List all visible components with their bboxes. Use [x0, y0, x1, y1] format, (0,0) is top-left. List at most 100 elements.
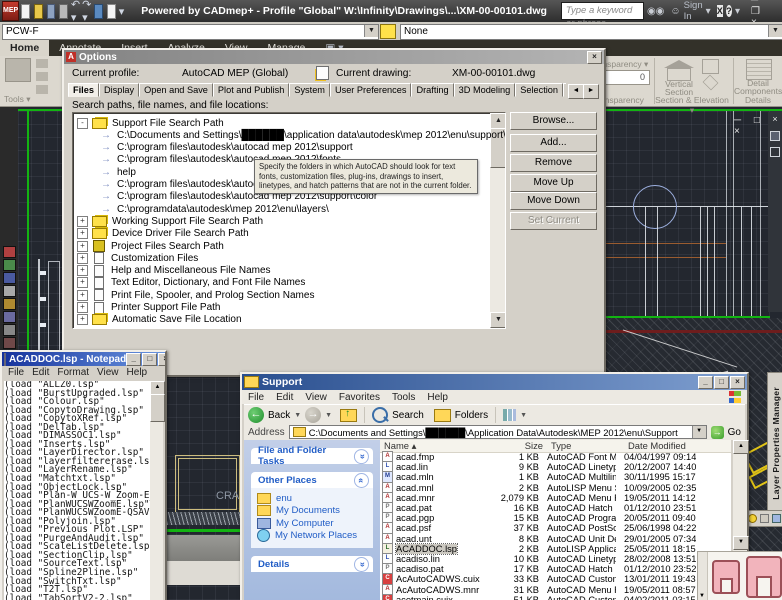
tree-path-item[interactable]: → C:\programdata\autodesk\mep 2012\enu\la…: [77, 203, 329, 215]
search-input[interactable]: Type a keyword or phrase: [560, 2, 644, 29]
notepad-menu-help[interactable]: Help: [127, 367, 148, 378]
open-icon[interactable]: [33, 3, 43, 19]
plot-icon[interactable]: [59, 3, 68, 19]
chevron-down-icon[interactable]: »: [354, 448, 370, 464]
options-tab-selection[interactable]: Selection: [515, 83, 564, 97]
ribbon-mini-icon[interactable]: [36, 85, 48, 94]
tree-category[interactable]: + Device Driver File Search Path: [77, 228, 249, 240]
move-down-button[interactable]: Move Down: [510, 192, 597, 210]
sheetset-icon[interactable]: [107, 3, 116, 19]
duct-tool-icon[interactable]: [712, 560, 740, 594]
lightbulb-icon[interactable]: [748, 514, 757, 523]
tree-category[interactable]: + Automatic Save File Location: [77, 314, 242, 326]
vertical-section-icon[interactable]: [664, 60, 694, 81]
notepad-menu-edit[interactable]: Edit: [32, 367, 49, 378]
expand-icon[interactable]: +: [77, 215, 88, 227]
other-places-box[interactable]: Other Places » enu My Documents My Computer…: [251, 472, 373, 548]
sign-in-link[interactable]: Sign In: [684, 0, 703, 22]
move-up-button[interactable]: Move Up: [510, 174, 597, 192]
options-tab-drafting[interactable]: Drafting: [411, 83, 454, 97]
notepad-menu-format[interactable]: Format: [57, 367, 89, 378]
user-icon[interactable]: ☺: [670, 6, 680, 17]
address-input[interactable]: C:\Documents and Settings\██████\Applica…: [309, 427, 678, 438]
signin-dropdown-icon[interactable]: ▾: [706, 6, 711, 17]
file-list[interactable]: Name ▴ Size Type Date Modified Aacad.fmp 1 KB…: [380, 440, 731, 600]
scroll-up-icon[interactable]: ▲: [150, 381, 165, 395]
tools-panel-label[interactable]: Tools ▾: [4, 94, 30, 105]
detail-components-icon[interactable]: [746, 59, 772, 80]
back-dropdown-icon[interactable]: ▼: [294, 412, 301, 419]
dock-tool-icon[interactable]: [3, 311, 16, 323]
file-row[interactable]: Cacetmain.cuix 51 KB AutoCAD Customiza... 0…: [380, 593, 731, 600]
help-icon[interactable]: ?: [725, 5, 732, 17]
views-dropdown-icon[interactable]: ▼: [520, 412, 527, 419]
ribbon-mini-icon[interactable]: [36, 72, 48, 81]
other-place-my-computer[interactable]: My Computer: [257, 517, 371, 530]
explorer-menu-edit[interactable]: Edit: [276, 392, 293, 403]
expand-icon[interactable]: +: [77, 265, 88, 277]
palette-scroll-strip[interactable]: ▼: [698, 552, 708, 600]
search-paths-tree[interactable]: ▲ ▼ - Support File Search Path → C:\Documen…: [72, 112, 506, 329]
up-folder-icon[interactable]: ↑: [340, 408, 358, 422]
new-file-icon[interactable]: [21, 3, 30, 19]
dock-tool-icon[interactable]: [3, 272, 16, 284]
go-label[interactable]: Go: [728, 427, 741, 438]
notepad-titlebar[interactable]: ACADDOC.lsp - Notepad _ □ ×: [2, 352, 165, 366]
undo-icon[interactable]: ↶ ▾: [71, 0, 80, 24]
layer-properties-manager-tab[interactable]: Layer Properties Manager: [767, 372, 782, 514]
tree-category[interactable]: + Text Editor, Dictionary, and Font File …: [77, 276, 305, 289]
maximize-icon[interactable]: □: [142, 352, 158, 366]
back-icon[interactable]: ←: [248, 407, 264, 423]
tree-scrollbar[interactable]: ▲ ▼: [490, 113, 505, 328]
explorer-menu-help[interactable]: Help: [427, 392, 448, 403]
exchange-icon[interactable]: X: [716, 5, 723, 17]
add--button[interactable]: Add...: [510, 134, 597, 152]
options-dialog-titlebar[interactable]: A Options ×: [64, 50, 604, 64]
folders-label[interactable]: Folders: [455, 410, 488, 421]
scroll-up-icon[interactable]: ▲: [733, 440, 749, 454]
explorer-menu-file[interactable]: File: [248, 392, 264, 403]
close-icon[interactable]: ×: [730, 375, 745, 389]
scroll-down-icon[interactable]: ▼: [733, 536, 749, 550]
minimize-icon[interactable]: _: [126, 352, 142, 366]
tree-category[interactable]: + Working Support File Search Path: [77, 215, 263, 227]
options-tab-display[interactable]: Display: [98, 83, 140, 97]
maximize-icon[interactable]: □: [714, 375, 729, 389]
expand-icon[interactable]: +: [77, 302, 88, 313]
notepad-text-area[interactable]: (load "ALLZ0.lsp" (load "BurstUpgraded.ls…: [4, 381, 150, 600]
detail-components-button[interactable]: Detail Components: [734, 79, 782, 95]
expand-icon[interactable]: +: [77, 228, 88, 240]
collapse-icon[interactable]: -: [77, 117, 88, 129]
dock-tool-icon[interactable]: [3, 259, 16, 271]
chevron-down-icon[interactable]: ▼: [768, 25, 782, 37]
dock-tool-icon[interactable]: [3, 246, 16, 258]
tree-category[interactable]: + Printer Support File Path: [77, 301, 221, 314]
go-icon[interactable]: →: [710, 425, 724, 439]
notepad-menu-view[interactable]: View: [97, 367, 119, 378]
palette-icon[interactable]: [760, 514, 769, 523]
vertical-section-button[interactable]: Vertical Section: [652, 80, 706, 96]
close-icon[interactable]: ×: [768, 112, 782, 126]
explorer-menu-favorites[interactable]: Favorites: [339, 392, 380, 403]
scroll-down-icon[interactable]: ▼: [490, 312, 505, 328]
expand-icon[interactable]: +: [77, 314, 88, 326]
options-tab-plot-and-publish[interactable]: Plot and Publish: [212, 83, 290, 97]
address-dropdown-icon[interactable]: ▼: [691, 426, 706, 438]
options-tab-profiles[interactable]: Profiles: [563, 83, 566, 97]
search-icon[interactable]: [372, 407, 389, 423]
section-option-icon[interactable]: [702, 59, 719, 74]
chevron-up-icon[interactable]: »: [354, 472, 369, 488]
other-place-enu[interactable]: enu: [257, 492, 371, 505]
scroll-up-icon[interactable]: ▲: [490, 113, 505, 129]
expand-icon[interactable]: +: [77, 252, 88, 264]
explorer-titlebar[interactable]: Support _ □ ×: [242, 374, 747, 390]
palette-mini-toolbar[interactable]: [744, 510, 782, 527]
right-dock-toolbar[interactable]: ×: [768, 112, 782, 312]
help-dropdown-icon[interactable]: ▾: [735, 6, 740, 17]
scroll-thumb[interactable]: [150, 394, 165, 422]
workspace-icon[interactable]: [94, 3, 104, 19]
tree-category[interactable]: + Project Files Search Path: [77, 240, 224, 252]
close-icon[interactable]: ×: [587, 50, 602, 64]
tools-icon[interactable]: [5, 58, 31, 82]
redo-icon[interactable]: ↷ ▾: [82, 0, 91, 24]
